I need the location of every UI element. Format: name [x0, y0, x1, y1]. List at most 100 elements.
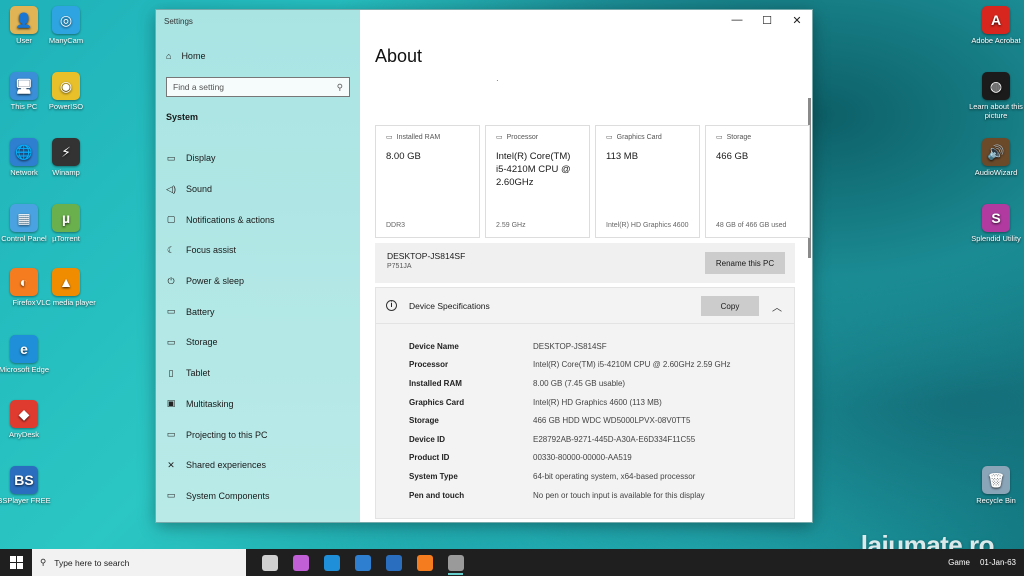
spec-row-device-name: Device Name DESKTOP-JS814SF: [409, 337, 731, 356]
spec-rows: Device Name DESKTOP-JS814SF Processor Intel…: [409, 337, 731, 504]
find-setting-input[interactable]: Find a setting ⚲: [166, 77, 350, 97]
taskbar-app-firefox[interactable]: [409, 549, 440, 576]
control-panel-icon: ▦: [10, 204, 38, 232]
sidebar-item-label: Display: [186, 153, 216, 164]
card-storage: ▭ Storage 466 GB 48 GB of 466 GB used: [705, 125, 810, 238]
spec-key: Product ID: [409, 453, 450, 463]
user-icon: 👤: [10, 6, 38, 34]
spec-row-pen-and-touch: Pen and touch No pen or touch input is av…: [409, 486, 731, 505]
task-view-icon: [261, 554, 278, 571]
battery-icon: ▭: [166, 306, 176, 317]
desktop-icon-winamp[interactable]: ⚡ Winamp: [36, 138, 96, 178]
sidebar-item-power-sleep[interactable]: ⏻ Power & sleep: [166, 266, 356, 297]
taskbar-app-mail[interactable]: [378, 549, 409, 576]
sidebar-item-notifications-actions[interactable]: ▢ Notifications & actions: [166, 204, 356, 235]
system-components-icon: ▭: [166, 490, 176, 501]
spec-key: Storage: [409, 416, 439, 426]
spec-row-product-id: Product ID 00330-80000-00000-AA519: [409, 449, 731, 468]
desktop-icon-audiowizard[interactable]: 🔊 AudioWizard: [966, 138, 1024, 178]
desktop-icon-learn-about-this-picture[interactable]: ◍ Learn about this picture: [966, 72, 1024, 120]
spec-row-storage: Storage 466 GB HDD WDC WD5000LPVX-08V0TT5: [409, 411, 731, 430]
card-label: ▭ Graphics Card: [606, 133, 662, 142]
winamp-icon: ⚡: [52, 138, 80, 166]
desktop-icon-label: ManyCam: [48, 36, 84, 45]
spec-row-graphics-card: Graphics Card Intel(R) HD Graphics 4600 (…: [409, 393, 731, 412]
chevron-up-icon[interactable]: ︿: [772, 299, 782, 314]
game-label[interactable]: Game: [948, 558, 970, 567]
desktop-icon-manycam[interactable]: ◎ ManyCam: [36, 6, 96, 46]
desktop-icon-splendid-utility[interactable]: S Splendid Utility: [966, 204, 1024, 244]
edge-icon: [323, 554, 340, 571]
spec-value: 466 GB HDD WDC WD5000LPVX-08V0TT5: [533, 416, 691, 426]
audiowizard-icon: 🔊: [982, 138, 1010, 166]
sidebar-item-storage[interactable]: ▭ Storage: [166, 327, 356, 358]
sidebar-item-projecting-to-this-pc[interactable]: ▭ Projecting to this PC: [166, 419, 356, 450]
desktop-icon-torrent[interactable]: µ µTorrent: [36, 204, 96, 244]
copilot-icon: [292, 554, 309, 571]
home-nav-item[interactable]: ⌂ Home: [166, 51, 205, 61]
taskbar-app-edge[interactable]: [316, 549, 347, 576]
desktop-icon-bsplayer-free[interactable]: BS BSPlayer FREE: [0, 466, 54, 506]
taskbar-app-settings[interactable]: [440, 549, 471, 576]
sidebar-item-shared-experiences[interactable]: ✕ Shared experiences: [166, 450, 356, 481]
sidebar-item-label: Power & sleep: [186, 276, 245, 287]
desktop-icon-vlc-media-player[interactable]: ▲ VLC media player: [36, 268, 96, 308]
spec-value: Intel(R) Core(TM) i5-4210M CPU @ 2.60GHz…: [533, 360, 731, 370]
spec-key: Pen and touch: [409, 490, 465, 500]
desktop-icon-poweriso[interactable]: ◉ PowerISO: [36, 72, 96, 112]
system-tray: Game 01-Jan-63: [948, 549, 1016, 576]
desktop-icon-recycle-bin[interactable]: 🗑 Recycle Bin: [966, 466, 1024, 506]
firefox-icon: [416, 554, 433, 571]
card-installed-ram: ▭ Installed RAM 8.00 GB DDR3: [375, 125, 480, 238]
system-nav-list: ▭ Display ◁) Sound ▢ Notifications & actions ☾…: [166, 143, 356, 522]
sidebar-item-clipboard[interactable]: ▭Clipboard: [166, 511, 356, 522]
card-value: 466 GB: [716, 151, 749, 162]
spec-value: DESKTOP-JS814SF: [533, 341, 607, 351]
desktop-icon-label: Microsoft Edge: [0, 365, 50, 374]
card-subtext: Intel(R) HD Graphics 4600: [606, 221, 689, 229]
sidebar-item-label: Multitasking: [186, 398, 234, 409]
taskbar-app-store[interactable]: [347, 549, 378, 576]
windows-logo-icon: [9, 556, 23, 569]
poweriso-icon: ◉: [52, 72, 80, 100]
desktop-icon-microsoft-edge[interactable]: e Microsoft Edge: [0, 335, 54, 375]
anydesk-icon: ◆: [10, 400, 38, 428]
spec-key: Installed RAM: [409, 378, 462, 388]
taskbar-app-copilot[interactable]: [285, 549, 316, 576]
vlc-media-player-icon: ▲: [52, 268, 80, 296]
settings-icon: [447, 554, 464, 571]
find-setting-placeholder: Find a setting: [173, 82, 225, 92]
search-icon: ⚲: [336, 81, 343, 92]
sidebar-item-label: Shared experiences: [186, 460, 267, 471]
this-pc-icon: 🖥: [10, 72, 38, 100]
start-button[interactable]: [0, 549, 32, 576]
tray-date[interactable]: 01-Jan-63: [980, 558, 1016, 567]
desktop-icon-label: Learn about this picture: [969, 102, 1023, 120]
sidebar-item-tablet[interactable]: ▯ Tablet: [166, 358, 356, 389]
sidebar-item-system-components[interactable]: ▭ System Components: [166, 481, 356, 512]
device-specifications-header[interactable]: i Device Specifications Copy ︿: [376, 288, 794, 324]
rename-pc-button[interactable]: Rename this PC: [705, 252, 785, 274]
card-label: ▭ Storage: [716, 133, 752, 142]
storage-icon: ▭: [166, 336, 176, 347]
sidebar-item-label: Sound: [186, 184, 213, 195]
sidebar-item-focus-assist[interactable]: ☾ Focus assist: [166, 235, 356, 266]
desktop-icon-label: µTorrent: [52, 234, 80, 243]
sidebar-item-display[interactable]: ▭ Display: [166, 143, 356, 174]
desktop-icon-adobe-acrobat[interactable]: A Adobe Acrobat: [966, 6, 1024, 46]
sidebar-item-battery[interactable]: ▭ Battery: [166, 296, 356, 327]
taskbar-app-task-view[interactable]: [254, 549, 285, 576]
taskbar-search-placeholder: Type here to search: [54, 557, 130, 568]
loading-dot: ·: [496, 76, 499, 85]
copy-button[interactable]: Copy: [701, 296, 759, 316]
spec-value: 64-bit operating system, x64-based proce…: [533, 471, 696, 481]
sidebar-item-label: Projecting to this PC: [186, 429, 268, 440]
sidebar-item-multitasking[interactable]: ▣ Multitasking: [166, 389, 356, 420]
sidebar-item-label: System Components: [186, 490, 270, 501]
taskbar-search-box[interactable]: ⚲ Type here to search: [32, 549, 246, 576]
settings-window: Settings ⌂ Home Find a setting ⚲ System …: [156, 10, 812, 522]
desktop-icon-anydesk[interactable]: ◆ AnyDesk: [0, 400, 54, 440]
sidebar-item-sound[interactable]: ◁) Sound: [166, 174, 356, 205]
spec-value: No pen or touch input is available for t…: [533, 490, 705, 500]
network-icon: 🌐: [10, 138, 38, 166]
